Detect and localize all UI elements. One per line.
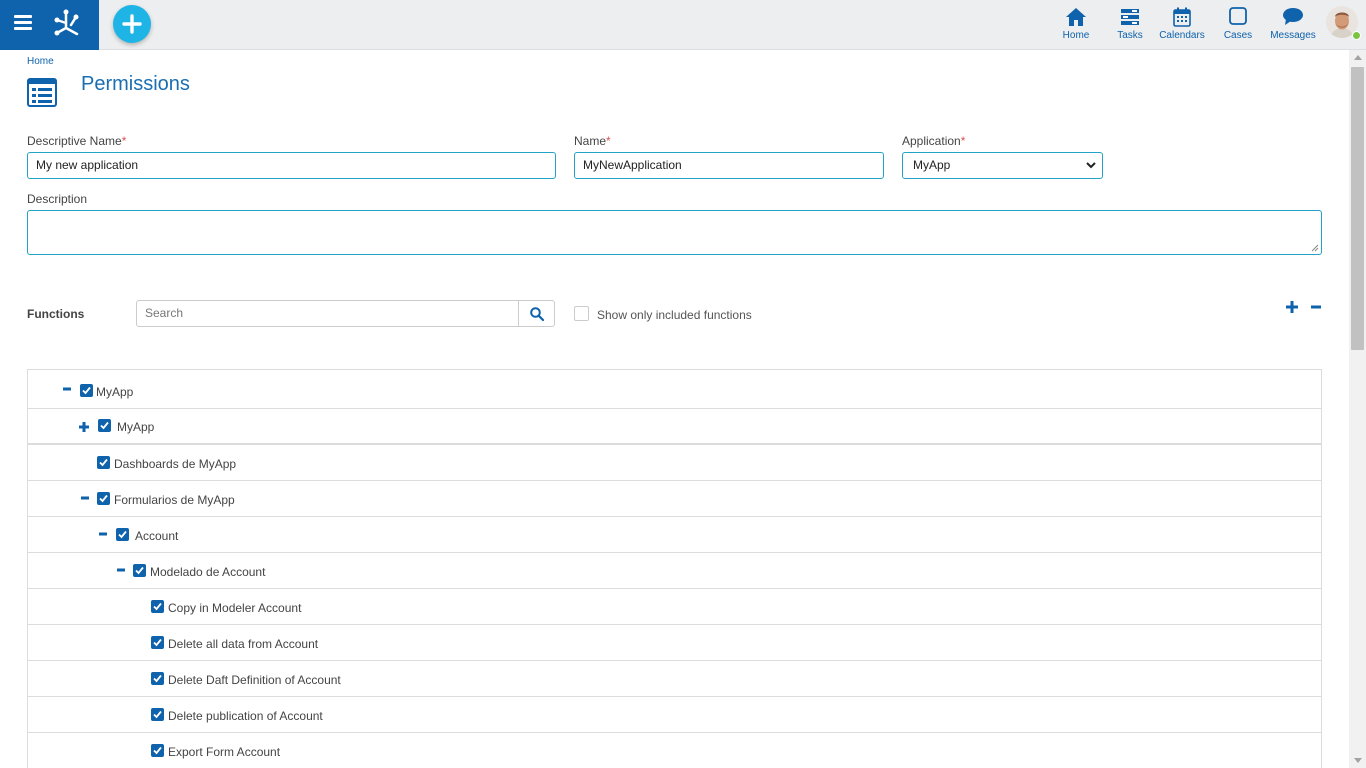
tree-row-label: Delete Daft Definition of Account [168, 673, 341, 687]
collapse-minus-icon[interactable] [114, 563, 128, 577]
online-status-dot [1352, 31, 1361, 40]
resize-grip-icon[interactable] [1311, 244, 1319, 252]
plus-icon [122, 14, 142, 34]
tasks-icon [1121, 9, 1139, 25]
nav-messages-label: Messages [1270, 30, 1316, 41]
nav-messages[interactable]: Messages [1268, 0, 1318, 50]
hamburger-menu-icon[interactable] [14, 15, 32, 31]
calendar-icon [1173, 7, 1191, 27]
add-button[interactable] [113, 5, 151, 43]
tree-checkbox[interactable] [97, 492, 110, 505]
checkmark-icon [153, 602, 162, 611]
collapse-minus-icon[interactable] [96, 527, 110, 541]
checkmark-icon [82, 386, 91, 395]
descriptive-name-label: Descriptive Name* [27, 134, 127, 148]
tree-checkbox[interactable] [151, 600, 164, 613]
nav-home[interactable]: Home [1056, 0, 1096, 50]
checkmark-icon [99, 494, 108, 503]
breadcrumb-home[interactable]: Home [27, 56, 54, 67]
tree-checkbox[interactable] [151, 744, 164, 757]
checkmark-icon [153, 746, 162, 755]
tree-checkbox[interactable] [116, 528, 129, 541]
tree-row-label: MyApp [96, 385, 134, 399]
show-only-included-checkbox[interactable] [574, 306, 589, 321]
scroll-down-arrow-icon[interactable] [1354, 758, 1362, 763]
checkmark-icon [153, 638, 162, 647]
search-input[interactable]: Search [136, 300, 519, 327]
checkmark-icon [153, 674, 162, 683]
checkmark-icon [153, 710, 162, 719]
checkmark-icon [135, 566, 144, 575]
application-label: Application* [902, 134, 966, 148]
tree-row-label: Export Form Account [168, 745, 281, 759]
tree-row-export-form: Export Form Account [28, 733, 1321, 768]
tree-row-label: Account [135, 529, 179, 543]
chevron-down-icon [1086, 162, 1096, 169]
tree-row-label: Dashboards de MyApp [114, 457, 237, 471]
functions-tree: MyApp MyApp Dashboards de MyApp Formular… [27, 369, 1322, 768]
brand-area [0, 0, 99, 50]
message-icon [1283, 8, 1303, 25]
tree-row-formularios: Formularios de MyApp [28, 481, 1321, 517]
permissions-icon [27, 78, 57, 107]
tree-row-account: Account [28, 517, 1321, 553]
tree-row-delete-draft: Delete Daft Definition of Account [28, 661, 1321, 697]
search-button[interactable] [518, 300, 555, 327]
tree-checkbox[interactable] [80, 384, 93, 397]
tree-checkbox[interactable] [151, 672, 164, 685]
tree-checkbox[interactable] [98, 419, 111, 432]
nav-calendars-label: Calendars [1159, 30, 1205, 41]
tree-row-dashboards: Dashboards de MyApp [28, 445, 1321, 481]
descriptive-name-input[interactable]: My new application [27, 152, 556, 179]
home-icon [1066, 8, 1086, 26]
description-label: Description [27, 192, 88, 206]
tree-checkbox[interactable] [97, 456, 110, 469]
tree-row-label: MyApp [117, 420, 155, 434]
expand-all-plus-icon[interactable] [1285, 300, 1299, 314]
description-textarea[interactable] [27, 210, 1322, 255]
show-only-included-label: Show only included functions [597, 308, 752, 322]
tree-row-modelado: Modelado de Account [28, 553, 1321, 589]
tree-row-label: Copy in Modeler Account [168, 601, 302, 615]
nav-home-label: Home [1062, 30, 1090, 41]
tree-row-copy-modeler: Copy in Modeler Account [28, 589, 1321, 625]
collapse-all-minus-icon[interactable] [1310, 300, 1322, 314]
checkmark-icon [99, 458, 108, 467]
name-label: Name* [574, 134, 611, 148]
checkmark-icon [100, 421, 109, 430]
collapse-minus-icon[interactable] [78, 491, 92, 505]
top-bar: Home Tasks Calendars Cases Messages [0, 0, 1366, 50]
tree-checkbox[interactable] [133, 564, 146, 577]
collapse-minus-icon[interactable] [60, 382, 74, 396]
checkmark-icon [118, 530, 127, 539]
application-select[interactable]: MyApp [902, 152, 1103, 179]
functions-label: Functions [27, 307, 85, 321]
cases-icon [1229, 7, 1247, 25]
nav-calendars[interactable]: Calendars [1157, 0, 1207, 50]
name-input[interactable]: MyNewApplication [574, 152, 884, 179]
scroll-up-arrow-icon[interactable] [1354, 55, 1362, 60]
expand-plus-icon[interactable] [77, 420, 91, 434]
application-select-value: MyApp [913, 158, 951, 172]
nav-tasks[interactable]: Tasks [1110, 0, 1150, 50]
tree-row-delete-all-data: Delete all data from Account [28, 625, 1321, 661]
tree-row-myapp-root: MyApp [28, 370, 1321, 409]
tree-row-delete-publication: Delete publication of Account [28, 697, 1321, 733]
search-icon [530, 307, 544, 321]
page-scrollbar[interactable] [1349, 50, 1366, 768]
tree-row-label: Formularios de MyApp [114, 493, 235, 507]
nav-cases[interactable]: Cases [1218, 0, 1258, 50]
tree-row-label: Delete publication of Account [168, 709, 323, 723]
nav-tasks-label: Tasks [1117, 30, 1143, 41]
app-logo-icon [54, 9, 79, 36]
tree-row-myapp-child: MyApp [28, 409, 1321, 445]
scroll-thumb[interactable] [1351, 67, 1364, 350]
page-title: Permissions [81, 73, 190, 95]
tree-checkbox[interactable] [151, 636, 164, 649]
nav-cases-label: Cases [1223, 30, 1253, 41]
tree-row-label: Modelado de Account [150, 565, 266, 579]
tree-checkbox[interactable] [151, 708, 164, 721]
tree-row-label: Delete all data from Account [168, 637, 319, 651]
